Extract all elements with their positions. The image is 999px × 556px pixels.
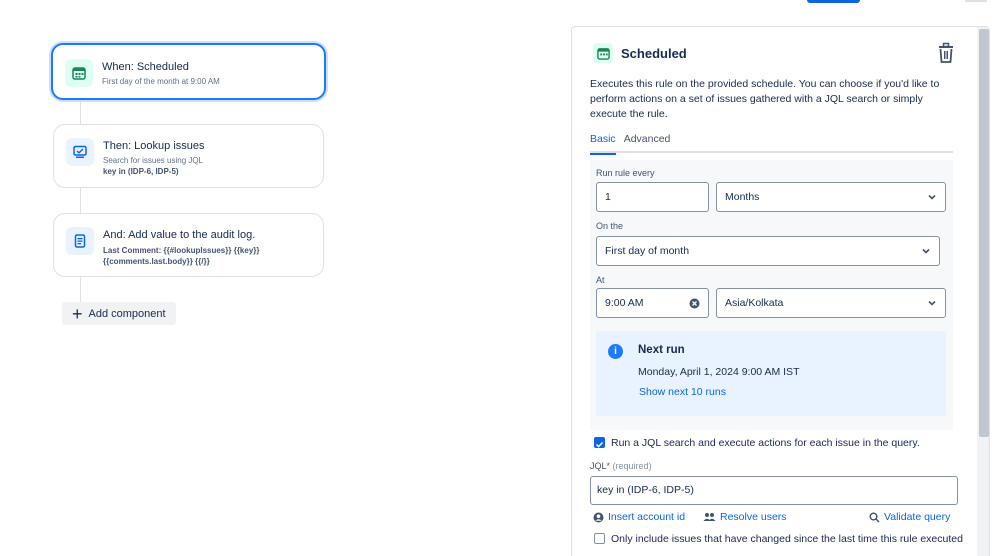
day-select[interactable]: First day of month (596, 236, 940, 266)
chevron-down-icon (922, 248, 930, 254)
jql-search-checkbox-label: Run a JQL search and execute actions for… (611, 437, 920, 449)
check-icon (595, 441, 604, 448)
day-value: First day of month (605, 245, 690, 257)
interval-value: 1 (605, 191, 611, 203)
resolve-users-label: Resolve users (720, 511, 787, 523)
document-icon (66, 227, 94, 255)
user-circle-icon (593, 512, 604, 522)
panel-scrollbar-thumb[interactable] (979, 29, 989, 437)
lookup-jql: key in (IDP-6, IDP-5) (103, 167, 179, 176)
calendar-icon (65, 59, 93, 87)
info-icon: i (608, 344, 623, 359)
trigger-title: When: Scheduled (102, 61, 189, 73)
audit-title: And: Add value to the audit log. (103, 229, 256, 241)
flow-connector (80, 276, 81, 302)
run-rule-every-label: Run rule every (596, 168, 655, 178)
add-component-button[interactable]: + Add component (62, 302, 176, 325)
audit-detail-line1: Last Comment: {{#lookupIssues}} {{key}} (103, 246, 260, 255)
insert-account-id-label: Insert account id (608, 511, 686, 523)
lookup-issues-card[interactable]: Then: Lookup issues Search for issues us… (53, 124, 324, 188)
panel-tabs: Basic Advanced (590, 133, 953, 155)
jql-label-text: JQL (590, 461, 607, 471)
calendar-icon (593, 43, 613, 63)
interval-unit-select[interactable]: Months (716, 182, 946, 212)
trigger-subtitle: First day of the month at 9:00 AM (102, 77, 220, 86)
validate-query-link[interactable]: Validate query (869, 511, 950, 523)
changed-only-checkbox-label: Only include issues that have changed si… (611, 533, 963, 545)
flow-connector (80, 187, 81, 213)
changed-only-checkbox[interactable] (594, 533, 605, 544)
users-icon (703, 512, 716, 521)
audit-log-card[interactable]: And: Add value to the audit log. Last Co… (53, 213, 324, 277)
trigger-card[interactable]: When: Scheduled First day of the month a… (51, 43, 326, 100)
time-value: 9:00 AM (605, 297, 644, 309)
interval-input[interactable]: 1 (596, 182, 709, 212)
top-divider (965, 0, 987, 2)
audit-detail-line2: {{comments.last.body}} {{/}} (103, 257, 210, 266)
timezone-select[interactable]: Asia/Kolkata (716, 288, 946, 318)
at-label: At (596, 275, 605, 285)
insert-account-id-link[interactable]: Insert account id (593, 511, 685, 523)
clear-icon[interactable] (689, 298, 700, 309)
plus-icon: + (72, 303, 83, 324)
tab-basic[interactable]: Basic (590, 133, 624, 155)
interval-unit-value: Months (725, 191, 760, 203)
add-component-label: Add component (88, 307, 166, 320)
show-next-runs-link[interactable]: Show next 10 runs (639, 386, 726, 398)
panel-title: Scheduled (621, 45, 687, 61)
next-run-title: Next run (638, 344, 685, 356)
top-primary-button-edge[interactable] (807, 0, 860, 3)
on-the-label: On the (596, 221, 624, 231)
chevron-down-icon (928, 300, 936, 306)
tab-advanced[interactable]: Advanced (624, 133, 679, 153)
next-run-date: Monday, April 1, 2024 9:00 AM IST (638, 366, 800, 378)
lookup-subtitle: Search for issues using JQL (103, 156, 204, 165)
timezone-value: Asia/Kolkata (725, 297, 784, 309)
monitor-icon (66, 138, 94, 166)
flow-connector (80, 99, 81, 124)
jql-label: JQL* (required) (590, 461, 652, 471)
jql-search-checkbox[interactable] (594, 437, 605, 448)
panel-description: Executes this rule on the provided sched… (590, 78, 940, 120)
resolve-users-link[interactable]: Resolve users (703, 511, 787, 523)
search-icon (869, 512, 880, 523)
jql-input[interactable]: key in (IDP-6, IDP-5) (590, 476, 958, 505)
chevron-down-icon (928, 194, 936, 200)
trash-icon[interactable] (936, 42, 956, 64)
required-text: (required) (612, 461, 652, 471)
time-input[interactable]: 9:00 AM (596, 288, 709, 318)
required-mark: * (606, 461, 611, 471)
lookup-title: Then: Lookup issues (103, 140, 205, 152)
panel-header: Scheduled (593, 43, 687, 63)
next-run-info: i Next run Monday, April 1, 2024 9:00 AM… (596, 331, 946, 416)
validate-query-label: Validate query (884, 511, 951, 523)
